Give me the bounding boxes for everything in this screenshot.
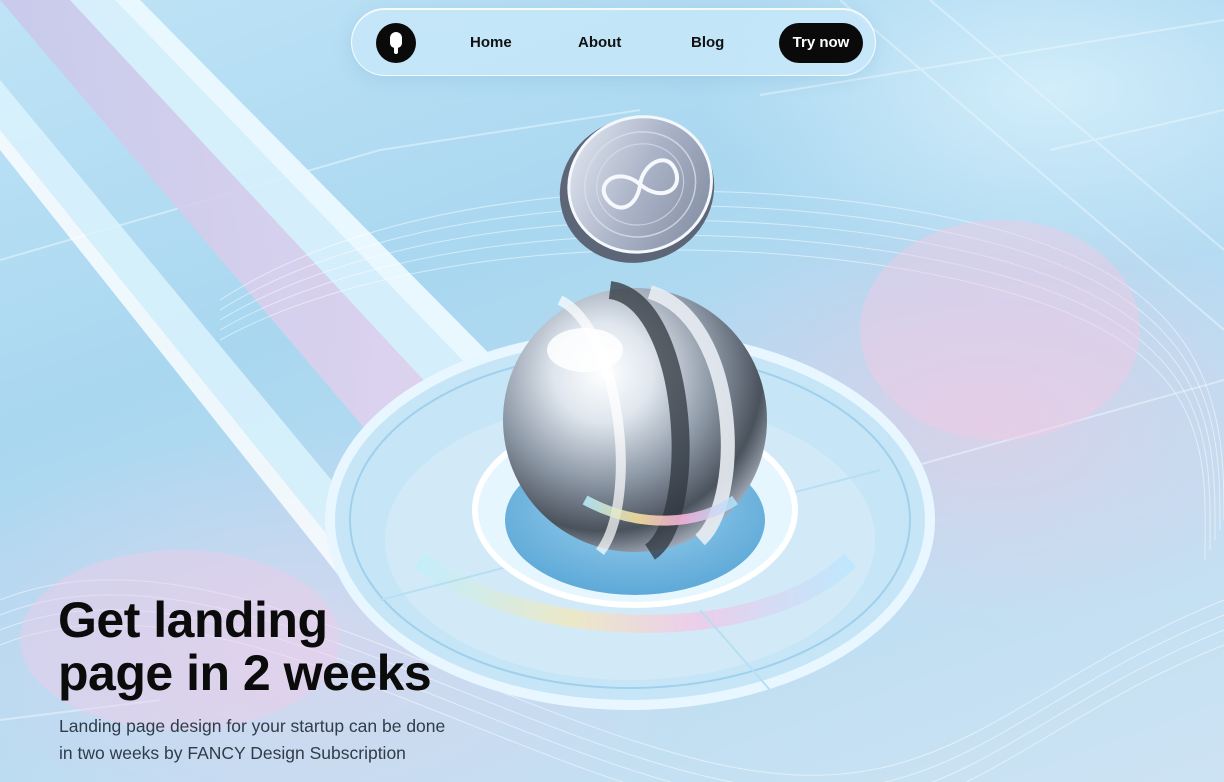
hero-section: Home About Blog Try now Get landing page…: [0, 0, 1224, 782]
hero-title: Get landing page in 2 weeks: [58, 594, 518, 700]
try-now-button[interactable]: Try now: [779, 23, 863, 63]
top-navigation: Home About Blog Try now: [351, 8, 876, 76]
metal-sphere: [503, 281, 767, 560]
nav-link-home[interactable]: Home: [470, 33, 512, 53]
hero-title-line: page in 2 weeks: [58, 645, 432, 701]
brand-logo-icon[interactable]: [376, 23, 416, 63]
hero-subtitle-line: Landing page design for your startup can…: [59, 716, 446, 736]
logo-glyph: [390, 32, 402, 54]
hero-title-line: Get landing: [58, 592, 328, 648]
nav-link-blog[interactable]: Blog: [691, 33, 724, 53]
nav-link-about[interactable]: About: [578, 33, 621, 53]
hero-subtitle: Landing page design for your startup can…: [59, 713, 519, 767]
infinity-coin: [559, 115, 715, 263]
hero-subtitle-line: in two weeks by FANCY Design Subscriptio…: [59, 743, 406, 763]
